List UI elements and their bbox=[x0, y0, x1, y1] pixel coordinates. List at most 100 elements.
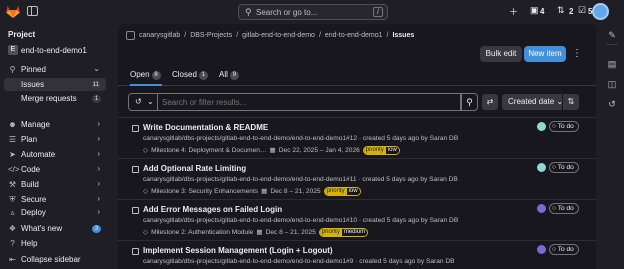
breadcrumb-item[interactable]: canarysgitlab bbox=[139, 32, 180, 39]
tab-label: Closed bbox=[172, 70, 197, 79]
assignee-avatar[interactable] bbox=[537, 204, 546, 213]
user-avatar[interactable] bbox=[592, 3, 609, 20]
issue-row[interactable]: Implement Session Management (Login + Lo… bbox=[118, 240, 596, 269]
gitlab-logo-icon[interactable] bbox=[6, 5, 20, 18]
issue-title[interactable]: Write Documentation & README bbox=[143, 123, 268, 132]
edit-icon[interactable]: ✎ bbox=[606, 29, 618, 41]
sidebar-toggle-icon[interactable] bbox=[27, 6, 38, 16]
issue-dates: Dec 8 – 21, 2025 bbox=[265, 228, 316, 236]
merge-request-count: 2 bbox=[569, 7, 574, 16]
issue-meta: canarysgitlab/dbs-projects/gitlab-end-to… bbox=[143, 217, 459, 224]
sort-dropdown[interactable]: Created date ⌄ bbox=[502, 94, 563, 110]
assignee-avatar[interactable] bbox=[537, 245, 546, 254]
chevron-down-icon: ⌄ bbox=[93, 64, 100, 73]
issues-badge: 11 bbox=[90, 81, 101, 89]
sidebar-item-label: Merge requests bbox=[21, 94, 77, 103]
issue-type-icon bbox=[132, 207, 139, 214]
priority-label[interactable]: priority low bbox=[362, 145, 400, 155]
issue-milestone[interactable]: Milestone 2: Authentication Module bbox=[151, 229, 253, 236]
issue-type-icon bbox=[132, 248, 139, 255]
sidebar-item-build[interactable]: ⚒ Build › bbox=[4, 178, 106, 191]
history-icon[interactable]: ↺ bbox=[606, 98, 618, 110]
todo-icon[interactable]: ☑ bbox=[578, 5, 586, 16]
tab-label: Open bbox=[130, 70, 150, 79]
status-badge: ○ To do bbox=[549, 121, 579, 132]
plus-icon[interactable]: ＋ bbox=[509, 5, 518, 18]
sidebar-item-plan[interactable]: ☰ Plan › bbox=[4, 133, 106, 146]
breadcrumb-separator: / bbox=[318, 31, 321, 39]
issue-title[interactable]: Add Error Messages on Failed Login bbox=[143, 205, 282, 214]
merge-request-icon[interactable]: ⇅ bbox=[557, 5, 565, 16]
filter-input[interactable] bbox=[158, 93, 461, 111]
issue-milestone[interactable]: Milestone 3: Security Enhancements bbox=[151, 188, 258, 195]
breadcrumb-separator: / bbox=[386, 31, 389, 39]
history-icon: ↺ bbox=[135, 97, 142, 106]
issue-row[interactable]: Write Documentation & README canarysgitl… bbox=[118, 117, 596, 157]
issue-title[interactable]: Add Optional Rate Limiting bbox=[143, 164, 246, 173]
sidebar-item-label: Secure bbox=[21, 195, 47, 204]
bulk-edit-button[interactable]: Bulk edit bbox=[480, 46, 522, 62]
sidebar-item-manage[interactable]: ☻ Manage › bbox=[4, 118, 106, 131]
calendar-icon: ▦ bbox=[269, 147, 276, 154]
global-search[interactable]: ⚲ Search or go to... / bbox=[238, 4, 388, 20]
sidebar-item-code[interactable]: </> Code › bbox=[4, 163, 106, 176]
chevron-right-icon: › bbox=[97, 134, 100, 143]
sort-direction-button[interactable]: ⇅ bbox=[563, 94, 579, 110]
toggle-view-button[interactable]: ⇄ bbox=[482, 94, 498, 110]
more-actions-icon[interactable]: ⋮ bbox=[572, 48, 582, 59]
sidebar-item-help[interactable]: ? Help bbox=[4, 237, 106, 250]
sidebar-item-label: Build bbox=[21, 180, 39, 189]
gift-icon: ❖ bbox=[8, 224, 17, 233]
tab-count: 8 bbox=[151, 71, 161, 80]
breadcrumb-item[interactable]: end-to-end-demo1 bbox=[325, 32, 383, 39]
comment-icon[interactable]: ▤ bbox=[606, 58, 618, 70]
assignee-avatar[interactable] bbox=[537, 163, 546, 172]
label-key: priority bbox=[319, 228, 342, 236]
tab-all[interactable]: All 9 bbox=[219, 70, 239, 80]
issue-row[interactable]: Add Optional Rate Limiting canarysgitlab… bbox=[118, 158, 596, 198]
sidebar-item-automate[interactable]: ➤ Automate › bbox=[4, 148, 106, 161]
chevron-right-icon: › bbox=[97, 164, 100, 173]
whats-new-badge: 3 bbox=[92, 225, 101, 233]
breadcrumb-item[interactable]: gitlab-end-to-end-demo bbox=[242, 32, 315, 39]
active-tab-indicator bbox=[130, 84, 162, 86]
priority-label[interactable]: priority low bbox=[323, 186, 361, 196]
sidebar-item-label: Issues bbox=[21, 80, 45, 89]
sidebar-item-secure[interactable]: ⛨ Secure › bbox=[4, 193, 106, 206]
sidebar-item-label: Help bbox=[21, 239, 38, 248]
status-label: To do bbox=[557, 123, 574, 130]
right-rail: ✎ ▤ ◫ ↺ bbox=[600, 24, 624, 269]
pinned-section[interactable]: ⚲ Pinned ⌄ bbox=[4, 63, 106, 76]
filter-search-button[interactable]: ⚲ bbox=[461, 93, 478, 111]
snippet-icon[interactable]: ◫ bbox=[606, 78, 618, 90]
new-item-button[interactable]: New item bbox=[524, 46, 566, 62]
issue-milestone[interactable]: Milestone 4: Deployment & Documen… bbox=[151, 147, 266, 154]
main-panel: canarysgitlab / DBS-Projects / gitlab-end-… bbox=[118, 24, 596, 269]
issue-dates: Dec 8 – 21, 2025 bbox=[270, 187, 321, 195]
help-icon: ? bbox=[10, 239, 15, 248]
issues-icon[interactable]: ▣ bbox=[530, 5, 539, 16]
issue-details: ◇ Milestone 3: Security Enhancements ▦ D… bbox=[143, 186, 361, 196]
priority-label[interactable]: priority medium bbox=[318, 227, 369, 237]
tab-closed[interactable]: Closed 1 bbox=[172, 70, 208, 80]
breadcrumb-current[interactable]: Issues bbox=[392, 32, 414, 39]
status-badge: ○ To do bbox=[549, 244, 579, 255]
sidebar-item-merge-requests[interactable]: Merge requests 1 bbox=[4, 92, 106, 105]
rail-divider bbox=[606, 44, 618, 45]
tab-open[interactable]: Open 8 bbox=[130, 70, 161, 80]
issue-title[interactable]: Implement Session Management (Login + Lo… bbox=[143, 246, 333, 255]
sidebar-item-deploy[interactable]: ▵ Deploy › bbox=[4, 206, 106, 219]
assignee-avatar[interactable] bbox=[537, 122, 546, 131]
recent-searches-button[interactable]: ↺ ⌄ bbox=[128, 93, 158, 111]
sidebar-item-whats-new[interactable]: ❖ What's new 3 bbox=[4, 222, 106, 235]
breadcrumb-item[interactable]: DBS-Projects bbox=[190, 32, 232, 39]
project-switcher[interactable]: E end-to-end-demo1 bbox=[4, 44, 106, 57]
sidebar-item-issues[interactable]: Issues 11 bbox=[4, 78, 106, 91]
status-icon: ○ bbox=[552, 123, 556, 130]
search-icon: ⚲ bbox=[245, 7, 252, 17]
breadcrumb: canarysgitlab / DBS-Projects / gitlab-end-… bbox=[126, 30, 414, 40]
collapse-sidebar-button[interactable]: ⇤ Collapse sidebar bbox=[4, 253, 106, 266]
sidebar-item-label: Collapse sidebar bbox=[21, 255, 81, 264]
issue-row[interactable]: Add Error Messages on Failed Login canar… bbox=[118, 199, 596, 239]
chevron-right-icon: › bbox=[97, 119, 100, 128]
